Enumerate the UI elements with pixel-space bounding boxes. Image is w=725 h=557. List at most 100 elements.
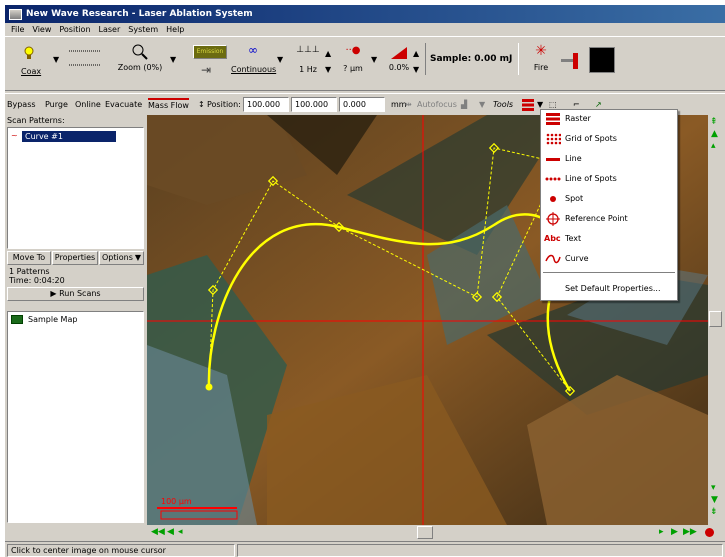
menu-item-set-default-properties[interactable]: Set Default Properties...	[541, 280, 677, 298]
menu-item-reference-point[interactable]: Reference Point	[541, 210, 677, 228]
light-slider[interactable]	[65, 47, 105, 69]
energy-spin-up[interactable]: ▲	[413, 49, 419, 58]
options-arrow-icon: ▼	[134, 253, 142, 262]
menu-item-grid-of-spots[interactable]: Grid of Spots	[541, 130, 677, 148]
bulb-icon	[24, 46, 34, 59]
sample-map-icon	[11, 315, 23, 324]
autofocus-button[interactable]: Autofocus	[417, 98, 457, 112]
fire-label: Fire	[533, 63, 549, 72]
menu-file[interactable]: File	[7, 25, 28, 34]
options-label: Options	[102, 253, 133, 262]
sample-energy-readout: Sample: 0.00 mJ	[425, 43, 519, 75]
scan-pattern-list[interactable]: ~ Curve #1	[7, 127, 144, 249]
options-button[interactable]: Options ▼	[99, 251, 144, 265]
menu-item-curve-label: Curve	[565, 254, 589, 263]
y-position-field[interactable]: 100.000	[291, 97, 337, 112]
purge-button[interactable]: Purge	[45, 98, 68, 112]
scroll-right-icon[interactable]: ▶	[671, 527, 678, 537]
menu-laser[interactable]: Laser	[95, 25, 125, 34]
coax-label: Coax	[21, 67, 42, 76]
menu-item-line-of-spots-label: Line of Spots	[565, 174, 617, 183]
online-button[interactable]: Online	[75, 98, 101, 112]
menu-item-spot[interactable]: Spot	[541, 190, 677, 208]
app-icon	[9, 8, 22, 20]
scroll-up-icon[interactable]: ▲	[711, 129, 718, 139]
continuous-dropdown-arrow[interactable]: ▼	[277, 55, 283, 64]
title-bar: New Wave Research - Laser Ablation Syste…	[5, 5, 725, 23]
menu-item-line-of-spots[interactable]: Line of Spots	[541, 170, 677, 188]
spot-dropdown-arrow[interactable]: ▼	[371, 55, 377, 64]
menu-item-line[interactable]: Line	[541, 150, 677, 168]
rate-spin-up[interactable]: ▲	[325, 49, 331, 58]
menu-item-text[interactable]: Abc Text	[541, 230, 677, 248]
raster-tool-button[interactable]	[521, 98, 535, 112]
x-position-field[interactable]: 100.000	[243, 97, 289, 112]
autofocus-icon: ⇹	[405, 100, 412, 109]
scroll-step-up-icon[interactable]: ▴	[711, 141, 716, 151]
shutter-button[interactable]	[561, 51, 583, 71]
menu-system[interactable]: System	[124, 25, 162, 34]
z-position-field[interactable]: 0.000	[339, 97, 385, 112]
main-window: New Wave Research - Laser Ablation Syste…	[4, 4, 725, 557]
mass-flow-button[interactable]: Mass Flow	[148, 98, 189, 112]
menu-item-spot-label: Spot	[565, 194, 584, 203]
scroll-left-icon[interactable]: ◀	[167, 527, 174, 537]
zoom-dropdown-arrow[interactable]: ▼	[170, 55, 176, 64]
evacuate-button[interactable]: Evacuate	[105, 98, 142, 112]
rep-rate-control[interactable]: ⊥⊥⊥ 1 Hz	[293, 45, 323, 74]
vertical-scroll-thumb[interactable]	[709, 311, 722, 327]
spot-size-icon: ··●	[345, 45, 361, 56]
vertical-scrollbar[interactable]: ⇞ ▲ ▴ ▾ ▼ ⇟	[708, 115, 724, 525]
magnifier-icon	[132, 44, 148, 60]
shutter-icon	[561, 53, 578, 69]
record-icon[interactable]	[705, 528, 714, 537]
menu-view[interactable]: View	[28, 25, 55, 34]
laser-arrow-icon: ⇥	[201, 63, 212, 77]
scroll-step-down-icon[interactable]: ▾	[711, 483, 716, 493]
horizontal-scrollbar[interactable]: ◀◀ ◀ ◂ ▸ ▶ ▶▶	[147, 525, 725, 541]
scroll-step-right-icon[interactable]: ▸	[659, 527, 664, 537]
zoom-button[interactable]: Zoom (0%)	[115, 43, 165, 83]
coax-dropdown-arrow[interactable]: ▼	[53, 55, 59, 64]
fire-button[interactable]: ✳ Fire	[527, 43, 555, 72]
scroll-step-left-icon[interactable]: ◂	[178, 527, 183, 537]
scroll-leftmost-icon[interactable]: ◀◀	[151, 527, 165, 537]
rate-label: 1 Hz	[299, 65, 317, 74]
menu-item-curve[interactable]: Curve	[541, 250, 677, 268]
play-icon: ▶	[50, 289, 57, 298]
curve-start-point[interactable]	[205, 383, 213, 391]
scroll-top-icon[interactable]: ⇞	[710, 117, 718, 127]
bypass-button[interactable]: Bypass	[7, 98, 36, 112]
emission-indicator: Emission	[193, 45, 227, 59]
slider-icon	[69, 50, 101, 66]
grid-of-spots-icon	[546, 133, 561, 145]
starburst-icon: ✳	[535, 43, 547, 59]
status-bar: Click to center image on mouse cursor	[5, 541, 725, 557]
scroll-down-icon[interactable]: ▼	[711, 495, 718, 505]
rate-spin-down[interactable]: ▼	[325, 65, 331, 74]
left-pane: Scan Patterns: ~ Curve #1 Move To Proper…	[5, 115, 147, 527]
horizontal-scroll-thumb[interactable]	[417, 526, 433, 539]
continuous-button[interactable]: ∞ Continuous	[231, 43, 276, 74]
line-of-spots-icon	[545, 177, 561, 181]
properties-button[interactable]: Properties	[52, 251, 98, 265]
energy-control[interactable]: 0.0%	[385, 45, 413, 72]
scroll-bottom-icon[interactable]: ⇟	[710, 507, 718, 517]
run-scans-button[interactable]: ▶ Run Scans	[7, 287, 144, 301]
coax-button[interactable]: Coax	[21, 43, 49, 83]
raster-icon	[546, 113, 560, 125]
energy-spin-down[interactable]: ▼	[413, 65, 419, 74]
menu-item-set-default-label: Set Default Properties...	[565, 284, 661, 293]
scroll-rightmost-icon[interactable]: ▶▶	[683, 527, 697, 537]
menu-help[interactable]: Help	[162, 25, 188, 34]
menu-position[interactable]: Position	[55, 25, 94, 34]
raster-icon	[522, 99, 534, 111]
spot-size-control[interactable]: ··● ? µm	[337, 45, 369, 73]
curve-tool-icon	[545, 254, 561, 264]
sample-map-item[interactable]: Sample Map	[28, 315, 77, 324]
stage-dropdown-arrow[interactable]: ▼	[479, 98, 485, 112]
spot-label: ? µm	[343, 64, 363, 73]
menu-item-raster[interactable]: Raster	[541, 110, 677, 128]
pattern-item-curve-1[interactable]: Curve #1	[22, 131, 116, 142]
move-to-button[interactable]: Move To	[7, 251, 51, 265]
